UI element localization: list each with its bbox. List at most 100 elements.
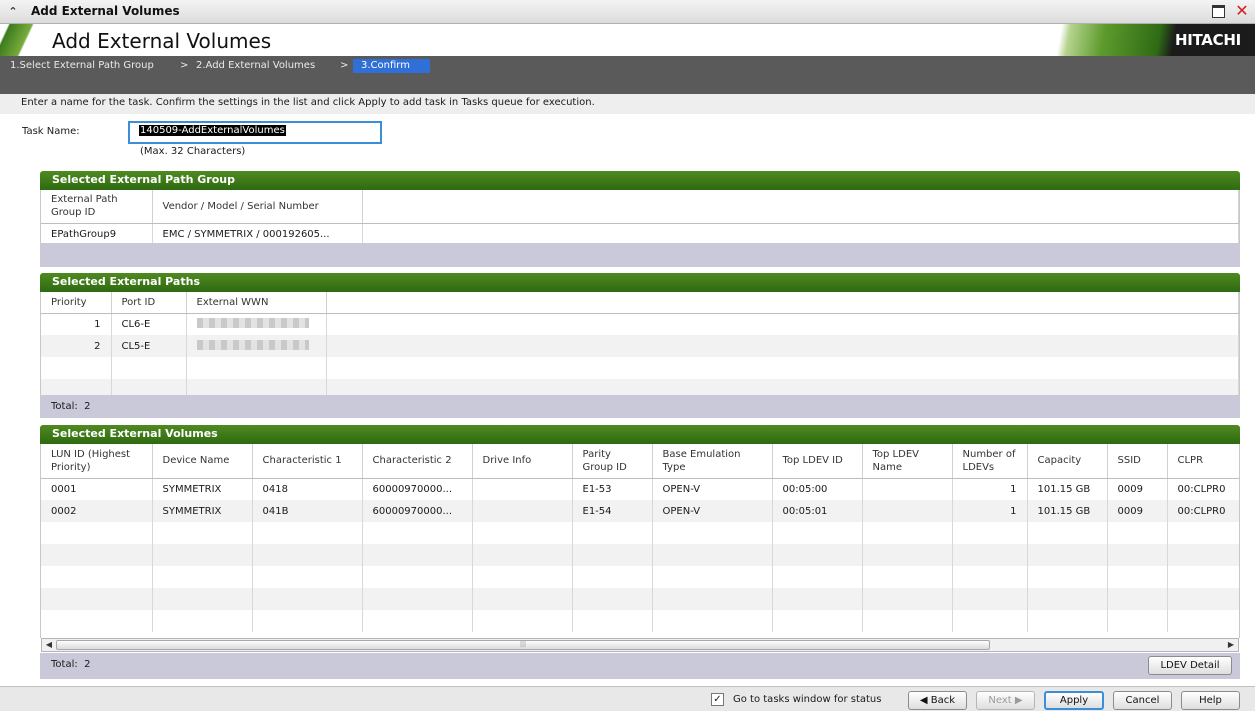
col-port-id[interactable]: Port ID (111, 292, 187, 314)
back-button[interactable]: ◀ Back (908, 691, 967, 710)
step-confirm: 3.Confirm (353, 59, 430, 73)
col-ssid[interactable]: SSID (1107, 444, 1168, 479)
volumes-table: LUN ID (Highest Priority) Device Name Ch… (40, 444, 1240, 638)
empty-row (41, 588, 1239, 610)
next-label: Next (988, 695, 1012, 706)
scroll-right-icon[interactable]: ▶ (1225, 640, 1237, 650)
step-separator: > (180, 60, 189, 71)
empty-row (41, 566, 1239, 588)
maximize-icon[interactable] (1212, 5, 1225, 18)
paths-footer: Total: 2 (40, 395, 1240, 418)
paths-panel-title: Selected External Paths (40, 273, 1240, 292)
volumes-horizontal-scrollbar[interactable]: ◀ ||| ▶ (41, 638, 1239, 652)
cancel-button[interactable]: Cancel (1113, 691, 1172, 710)
cell-characteristic-2: 60000970000... (362, 500, 473, 522)
window-titlebar: ⌃ Add External Volumes ✕ (0, 0, 1255, 24)
path-group-table: External Path Group ID Vendor / Model / … (40, 190, 1240, 243)
wizard-steps: 1.Select External Path Group > 2.Add Ext… (0, 56, 1255, 94)
page-title: Add External Volumes (52, 29, 272, 53)
task-name-input[interactable]: 140509-AddExternalVolumes (128, 121, 382, 144)
col-vendor-model-serial[interactable]: Vendor / Model / Serial Number (152, 190, 363, 224)
paths-total-label: Total: (51, 401, 78, 412)
path-group-panel-title: Selected External Path Group (40, 171, 1240, 190)
col-capacity[interactable]: Capacity (1027, 444, 1108, 479)
next-button[interactable]: Next ▶ (976, 691, 1035, 710)
cell-top-ldev-name (862, 478, 953, 500)
col-drive-info[interactable]: Drive Info (472, 444, 573, 479)
col-number-of-ldevs[interactable]: Number of LDEVs (952, 444, 1028, 479)
brand-logo: HITACHI (1175, 31, 1241, 49)
cell-wwn-redacted (186, 313, 327, 335)
col-external-path-group-id[interactable]: External Path Group ID (41, 190, 153, 224)
cell-drive-info (472, 478, 573, 500)
header-banner: Add External Volumes HITACHI (0, 24, 1255, 56)
task-name-label: Task Name: (22, 126, 80, 137)
step-separator: > (340, 60, 349, 71)
cell-base-emulation-type: OPEN-V (652, 500, 773, 522)
ldev-detail-button[interactable]: LDEV Detail (1148, 656, 1232, 675)
task-name-hint: (Max. 32 Characters) (140, 146, 246, 157)
volumes-total-value: 2 (84, 659, 91, 670)
col-device-name[interactable]: Device Name (152, 444, 253, 479)
empty-row (41, 610, 1239, 632)
go-to-tasks-checkbox[interactable]: ✓ (711, 693, 724, 706)
empty-row (41, 357, 1239, 379)
col-empty (362, 190, 1239, 224)
cell-port-id: CL6-E (111, 313, 187, 335)
table-row[interactable]: 2 CL5-E (41, 335, 1239, 357)
cell-characteristic-1: 041B (252, 500, 363, 522)
cell-lun-id: 0001 (41, 478, 153, 500)
cell-top-ldev-id: 00:05:01 (772, 500, 863, 522)
cell-top-ldev-name (862, 500, 953, 522)
cell-top-ldev-id: 00:05:00 (772, 478, 863, 500)
cell-wwn-redacted (186, 335, 327, 357)
empty-row (41, 522, 1239, 544)
col-characteristic-2[interactable]: Characteristic 2 (362, 444, 473, 479)
back-label: Back (930, 695, 956, 706)
step-select-path-group: 1.Select External Path Group (10, 60, 154, 71)
help-button[interactable]: Help (1181, 691, 1240, 710)
paths-table: Priority Port ID External WWN 1 CL6-E 2 … (40, 292, 1240, 395)
empty-row (41, 544, 1239, 566)
cell-priority: 1 (41, 313, 112, 335)
col-base-emulation-type[interactable]: Base Emulation Type (652, 444, 773, 479)
cell-clpr: 00:CLPR0 (1167, 500, 1239, 522)
banner-swoosh-left (0, 24, 60, 56)
cell-clpr: 00:CLPR0 (1167, 478, 1239, 500)
cell-path-group-id: EPathGroup9 (41, 223, 153, 243)
close-icon[interactable]: ✕ (1233, 2, 1251, 20)
col-clpr[interactable]: CLPR (1167, 444, 1239, 479)
step-add-external-volumes: 2.Add External Volumes (196, 60, 316, 71)
scroll-left-icon[interactable]: ◀ (43, 640, 55, 650)
cell-lun-id: 0002 (41, 500, 153, 522)
col-lun-id[interactable]: LUN ID (Highest Priority) (41, 444, 153, 479)
task-name-value: 140509-AddExternalVolumes (139, 125, 286, 136)
col-priority[interactable]: Priority (41, 292, 112, 314)
cell-number-of-ldevs: 1 (952, 500, 1028, 522)
col-external-wwn[interactable]: External WWN (186, 292, 327, 314)
col-top-ldev-id[interactable]: Top LDEV ID (772, 444, 863, 479)
table-row[interactable]: 1 CL6-E (41, 313, 1239, 335)
paths-total-value: 2 (84, 401, 91, 412)
cell-port-id: CL5-E (111, 335, 187, 357)
cell-number-of-ldevs: 1 (952, 478, 1028, 500)
scrollbar-thumb[interactable]: ||| (56, 640, 990, 650)
col-characteristic-1[interactable]: Characteristic 1 (252, 444, 363, 479)
volumes-total-label: Total: (51, 659, 78, 670)
cell-device-name: SYMMETRIX (152, 478, 253, 500)
collapse-icon[interactable]: ⌃ (4, 3, 22, 21)
cell-characteristic-1: 0418 (252, 478, 363, 500)
cell-ssid: 0009 (1107, 478, 1168, 500)
cell-ssid: 0009 (1107, 500, 1168, 522)
instruction-text: Enter a name for the task. Confirm the s… (0, 94, 1255, 114)
cell-parity-group-id: E1-54 (572, 500, 653, 522)
cell-drive-info (472, 500, 573, 522)
table-row[interactable]: EPathGroup9 EMC / SYMMETRIX / 000192605.… (41, 223, 1239, 243)
apply-button[interactable]: Apply (1044, 691, 1104, 710)
table-row[interactable]: 0002 SYMMETRIX 041B 60000970000... E1-54… (41, 500, 1239, 522)
cell-device-name: SYMMETRIX (152, 500, 253, 522)
table-row[interactable]: 0001 SYMMETRIX 0418 60000970000... E1-53… (41, 478, 1239, 500)
col-top-ldev-name[interactable]: Top LDEV Name (862, 444, 953, 479)
col-parity-group-id[interactable]: Parity Group ID (572, 444, 653, 479)
cell-parity-group-id: E1-53 (572, 478, 653, 500)
